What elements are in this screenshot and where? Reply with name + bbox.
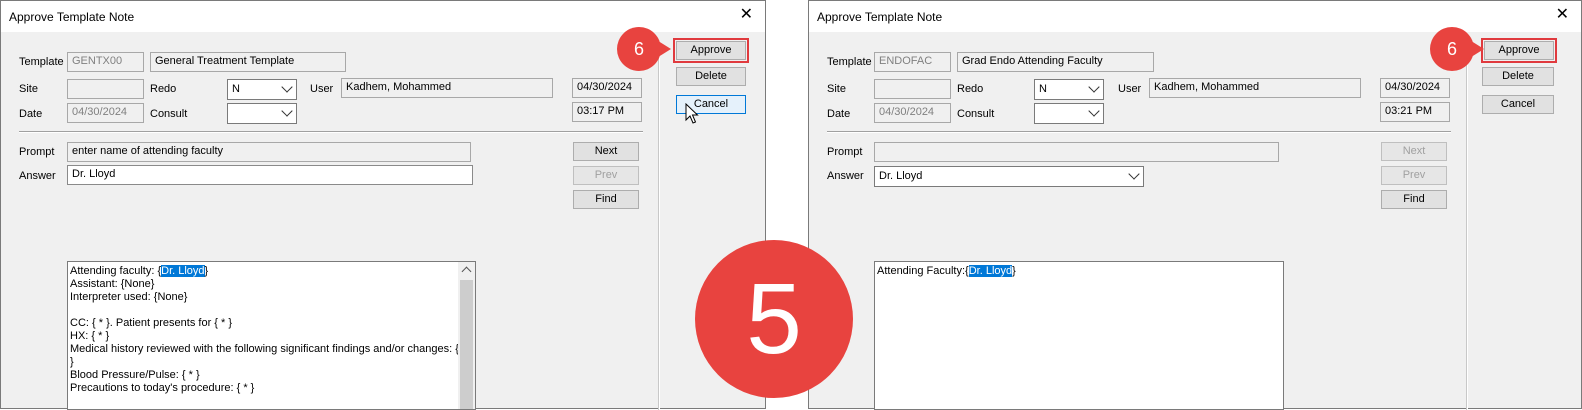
note-line: CC: { * }. Patient presents for { * } xyxy=(70,317,233,329)
date-field: 04/30/2024 xyxy=(67,103,144,123)
title-bar: Approve Template Note ✕ xyxy=(1,1,765,32)
approve-button[interactable]: Approve xyxy=(673,38,749,63)
approve-template-note-dialog-right: Approve Template Note ✕ Template ENDOFAC… xyxy=(808,0,1582,410)
note-line: Interpreter used: {None} xyxy=(70,291,188,303)
note-line: Blood Pressure/Pulse: { * } xyxy=(70,369,200,381)
template-label: Template xyxy=(19,56,64,68)
mouse-cursor-icon xyxy=(685,103,699,124)
redo-value: N xyxy=(1039,83,1047,95)
consult-label: Consult xyxy=(957,108,995,120)
redo-select[interactable]: N xyxy=(1034,79,1104,100)
consult-select[interactable] xyxy=(1034,103,1104,124)
consult-label: Consult xyxy=(150,108,188,120)
note-line: Attending Faculty:{Dr. Lloyd} xyxy=(877,265,1281,278)
consult-select[interactable] xyxy=(227,103,297,124)
vertical-divider xyxy=(658,41,660,410)
note-line: Assistant: {None} xyxy=(70,278,155,290)
date-label: Date xyxy=(19,108,43,120)
note-line-prefix: Attending faculty: { xyxy=(70,265,162,277)
delete-button[interactable]: Delete xyxy=(1482,67,1554,86)
answer-value: Dr. Lloyd xyxy=(879,170,923,182)
prev-button[interactable]: Prev xyxy=(573,166,639,185)
scroll-up-icon[interactable] xyxy=(461,266,472,277)
prompt-field xyxy=(874,142,1279,162)
note-line-prefix: Attending Faculty:{ xyxy=(877,265,969,277)
chevron-down-icon xyxy=(281,105,293,117)
chevron-down-icon xyxy=(281,81,293,93)
scroll-thumb[interactable] xyxy=(460,280,473,409)
close-icon[interactable]: ✕ xyxy=(740,7,753,23)
note-line: HX: { * } xyxy=(70,330,110,342)
date-label: Date xyxy=(827,108,851,120)
divider xyxy=(827,131,1451,133)
template-name-field: General Treatment Template xyxy=(150,52,346,72)
prev-button[interactable]: Prev xyxy=(1381,166,1447,185)
note-text-area[interactable]: Attending faculty: {Dr. Lloyd} Assistant… xyxy=(67,261,476,410)
chevron-down-icon xyxy=(1128,168,1140,180)
answer-input[interactable]: Dr. Lloyd xyxy=(67,165,473,185)
redo-select[interactable]: N xyxy=(227,79,297,100)
answer-select[interactable]: Dr. Lloyd xyxy=(874,166,1144,187)
next-button[interactable]: Next xyxy=(573,142,639,161)
user-label: User xyxy=(310,83,334,95)
note-line-suffix: } xyxy=(204,265,209,277)
approve-template-note-dialog-left: Approve Template Note ✕ Template GENTX00… xyxy=(0,0,766,410)
dialog-title: Approve Template Note xyxy=(817,10,943,24)
user-field: Kadhem, Mohammed xyxy=(1149,78,1361,98)
note-text-area[interactable]: Attending Faculty:{Dr. Lloyd} xyxy=(874,261,1284,410)
divider xyxy=(19,131,643,133)
chevron-down-icon xyxy=(1088,81,1100,93)
note-line: Medical history reviewed with the follow… xyxy=(70,343,467,355)
vertical-scrollbar[interactable] xyxy=(458,262,475,409)
selected-answer: Dr. Lloyd xyxy=(968,265,1013,277)
selected-answer: Dr. Lloyd xyxy=(161,265,205,277)
find-button[interactable]: Find xyxy=(573,190,639,209)
marker-pointer xyxy=(1468,39,1484,59)
site-label: Site xyxy=(827,83,846,95)
approve-button[interactable]: Approve xyxy=(1481,38,1557,63)
cancel-button[interactable]: Cancel xyxy=(1482,95,1554,114)
step-badge-5: 5 xyxy=(695,240,853,398)
redo-value: N xyxy=(232,83,240,95)
close-icon[interactable]: ✕ xyxy=(1556,7,1569,23)
site-field xyxy=(67,79,144,99)
vertical-divider xyxy=(1466,41,1468,410)
dialog-title: Approve Template Note xyxy=(9,10,135,24)
note-line xyxy=(70,304,455,317)
note-time-field: 03:21 PM xyxy=(1380,102,1450,122)
find-button[interactable]: Find xyxy=(1381,190,1447,209)
note-date-field: 04/30/2024 xyxy=(572,78,642,98)
redo-label: Redo xyxy=(150,83,177,95)
note-line: } xyxy=(70,356,74,368)
title-bar: Approve Template Note ✕ xyxy=(809,1,1581,32)
note-line: Attending faculty: {Dr. Lloyd} xyxy=(70,265,455,278)
user-field: Kadhem, Mohammed xyxy=(341,78,553,98)
redo-label: Redo xyxy=(957,83,984,95)
answer-label: Answer xyxy=(19,170,56,182)
template-label: Template xyxy=(827,56,872,68)
prompt-label: Prompt xyxy=(827,146,863,158)
user-label: User xyxy=(1118,83,1142,95)
marker-pointer xyxy=(655,39,671,59)
date-field: 04/30/2024 xyxy=(874,103,951,123)
note-line: Precautions to today's procedure: { * } xyxy=(70,382,255,394)
chevron-down-icon xyxy=(1088,105,1100,117)
site-field xyxy=(874,79,951,99)
next-button[interactable]: Next xyxy=(1381,142,1447,161)
template-code-field: ENDOFAC xyxy=(874,52,951,72)
note-line-suffix: } xyxy=(1012,265,1016,277)
prompt-label: Prompt xyxy=(19,146,55,158)
note-time-field: 03:17 PM xyxy=(572,102,642,122)
note-date-field: 04/30/2024 xyxy=(1380,78,1450,98)
template-name-field: Grad Endo Attending Faculty xyxy=(957,52,1154,72)
template-code-field: GENTX00 xyxy=(67,52,144,72)
answer-label: Answer xyxy=(827,170,864,182)
site-label: Site xyxy=(19,83,38,95)
prompt-field: enter name of attending faculty xyxy=(67,142,471,162)
delete-button[interactable]: Delete xyxy=(676,67,746,86)
